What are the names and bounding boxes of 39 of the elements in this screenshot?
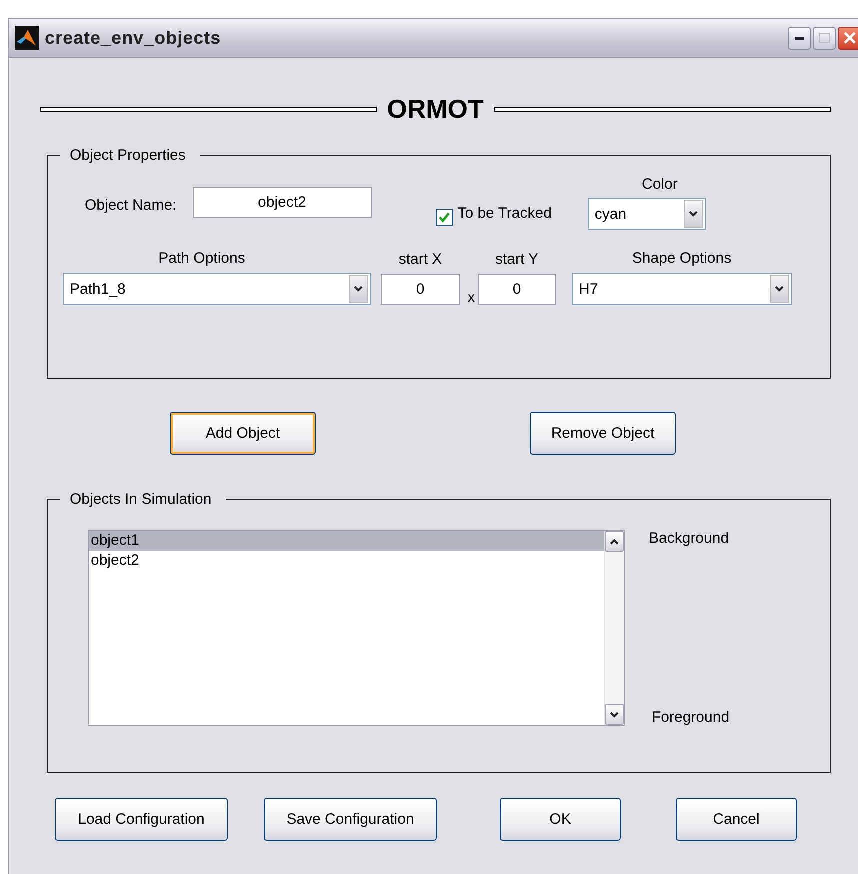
field-label: start X bbox=[398, 251, 442, 268]
scrollbar[interactable] bbox=[604, 531, 624, 725]
panel-title: Object Properties bbox=[69, 147, 187, 164]
minimize-icon bbox=[795, 36, 804, 40]
checkbox[interactable] bbox=[436, 209, 453, 226]
field-label: Object Name: bbox=[85, 197, 177, 214]
side-label: Foreground bbox=[652, 709, 730, 726]
field-label: Shape Options bbox=[632, 250, 732, 267]
close-button[interactable] bbox=[838, 26, 858, 50]
list-item[interactable]: object1 bbox=[89, 531, 604, 551]
dropdown[interactable]: H7 bbox=[572, 273, 792, 305]
scroll-up-icon[interactable] bbox=[605, 531, 624, 552]
panel-title: Objects In Simulation bbox=[69, 491, 213, 508]
close-icon bbox=[844, 32, 856, 44]
dropdown[interactable]: Path1_8 bbox=[63, 273, 371, 305]
input-field[interactable]: object2 bbox=[192, 187, 372, 218]
window-title: create_env_objects bbox=[45, 28, 222, 48]
scroll-down-icon[interactable] bbox=[605, 704, 624, 725]
maximize-icon bbox=[819, 33, 830, 43]
field-label: Color bbox=[642, 176, 678, 193]
list-item[interactable]: object2 bbox=[89, 551, 604, 571]
dialog-button[interactable]: OK bbox=[500, 798, 621, 841]
input-field[interactable]: 0 bbox=[478, 274, 556, 305]
minimize-button[interactable] bbox=[788, 26, 811, 50]
field-label: start Y bbox=[495, 251, 539, 268]
dialog-button[interactable]: Save Configuration bbox=[264, 798, 437, 841]
list-box[interactable]: object1 object2 bbox=[88, 530, 625, 726]
dialog-button[interactable]: Cancel bbox=[676, 798, 797, 841]
input-field[interactable]: 0 bbox=[381, 274, 460, 305]
dropdown[interactable]: cyan bbox=[588, 198, 706, 230]
checkbox-label: To be Tracked bbox=[458, 205, 552, 222]
dialog-button[interactable]: Load Configuration bbox=[55, 798, 228, 841]
action-button[interactable]: Remove Object bbox=[530, 412, 676, 455]
separator-text: x bbox=[468, 289, 475, 305]
app-icon bbox=[15, 26, 39, 50]
field-label: Path Options bbox=[158, 250, 246, 267]
action-button[interactable]: Add Object bbox=[170, 412, 316, 455]
heading: ORMOT bbox=[387, 94, 484, 125]
side-label: Background bbox=[649, 530, 730, 547]
